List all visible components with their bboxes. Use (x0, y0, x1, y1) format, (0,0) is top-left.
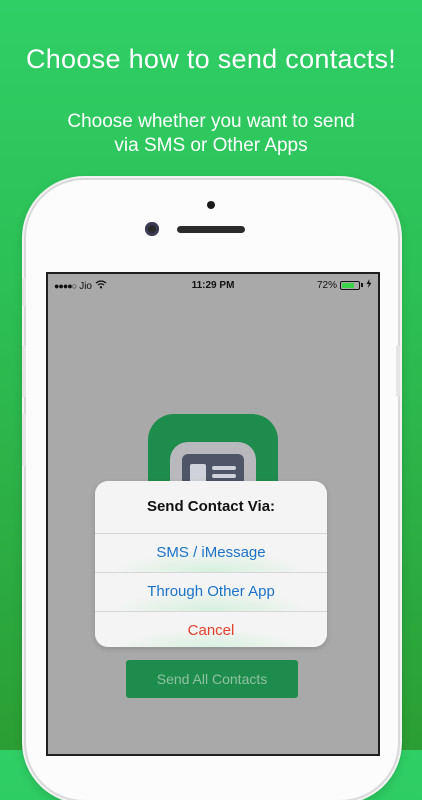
sms-imessage-option[interactable]: SMS / iMessage (95, 534, 327, 573)
status-right: 72% (317, 279, 372, 291)
phone-volume-down (22, 414, 26, 466)
headline: Choose how to send contacts! (25, 44, 397, 74)
cancel-button[interactable]: Cancel (95, 612, 327, 647)
action-sheet-title: Send Contact Via: (95, 481, 327, 534)
phone-power-button (396, 345, 400, 397)
battery-icon (340, 280, 360, 290)
phone-silent-switch (22, 278, 26, 306)
phone-front-camera (145, 222, 159, 236)
charging-bolt-icon (366, 279, 372, 291)
phone-proximity-sensor (207, 201, 215, 209)
phone-earpiece (177, 226, 245, 233)
subheadline: Choose whether you want to send via SMS … (0, 110, 422, 158)
subheadline-line-2: via SMS or Other Apps (114, 135, 308, 156)
battery-fill (342, 282, 354, 288)
send-all-contacts-button[interactable]: Send All Contacts (126, 660, 298, 698)
other-app-option[interactable]: Through Other App (95, 573, 327, 612)
battery-cap (361, 283, 363, 287)
battery-percent: 72% (316, 279, 337, 291)
phone-volume-up (22, 345, 26, 397)
status-bar: ●●●●○ Jio 11:29 PM 72% (48, 274, 378, 296)
send-contact-action-sheet: Send Contact Via: SMS / iMessage Through… (95, 481, 327, 647)
subheadline-line-1: Choose whether you want to send (67, 111, 355, 132)
